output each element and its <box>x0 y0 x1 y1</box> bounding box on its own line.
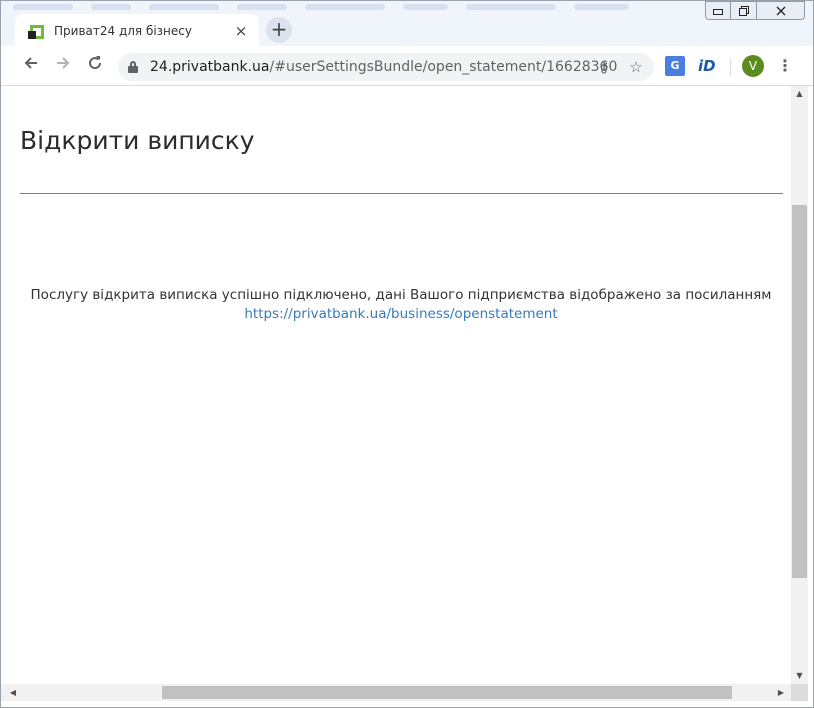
vertical-scrollbar[interactable]: ▲ ▼ <box>791 86 808 684</box>
openstatement-link[interactable]: https://privatbank.ua/business/openstate… <box>244 306 557 322</box>
new-tab-button[interactable]: + <box>266 17 292 43</box>
tab-strip: Приват24 для бізнесу × + <box>1 1 813 46</box>
page-viewport: Відкрити виписку Послугу відкрита виписк… <box>1 86 791 684</box>
back-arrow-icon <box>24 57 37 69</box>
bookmarks-blur <box>1 1 813 15</box>
url-text[interactable]: 24.privatbank.ua/#userSettingsBundle/ope… <box>150 53 617 81</box>
key-icon[interactable]: ⚷ <box>594 57 614 77</box>
scroll-right-icon[interactable]: ▶ <box>773 684 789 701</box>
window-controls <box>705 1 809 21</box>
url-domain: 24.privatbank.ua <box>150 59 270 75</box>
tab-title: Приват24 для бізнесу <box>54 23 192 38</box>
browser-menu-icon[interactable]: ⋮ <box>775 55 795 77</box>
reload-icon <box>89 56 102 70</box>
restore-icon <box>738 5 749 16</box>
page-title: Відкрити виписку <box>20 126 255 155</box>
minimize-icon <box>713 8 723 15</box>
url-path: /#userSettingsBundle/open_statement/1662… <box>269 59 618 75</box>
privat24-favicon-icon <box>28 23 44 39</box>
scroll-down-icon[interactable]: ▼ <box>791 668 808 684</box>
scroll-left-icon[interactable]: ◀ <box>5 684 21 701</box>
success-message: Послугу відкрита виписка успішно підключ… <box>1 286 791 324</box>
browser-window: Приват24 для бізнесу × + 24.privatbank.u… <box>0 0 814 708</box>
star-bookmark-icon[interactable]: ☆ <box>626 57 646 77</box>
id-extension-icon[interactable]: iD <box>698 56 718 76</box>
reload-button[interactable] <box>83 54 107 78</box>
forward-button[interactable] <box>51 54 75 78</box>
tab-close-icon[interactable]: × <box>231 22 251 40</box>
browser-tab-active[interactable]: Приват24 для бізнесу × <box>15 14 259 46</box>
scrollbar-corner <box>791 684 808 701</box>
message-text: Послугу відкрита виписка успішно підключ… <box>30 287 772 303</box>
title-divider <box>20 193 783 194</box>
minimize-button[interactable] <box>705 1 731 20</box>
restore-button[interactable] <box>731 1 757 20</box>
back-button[interactable] <box>19 54 43 78</box>
profile-avatar[interactable]: V <box>742 55 764 77</box>
browser-toolbar: 24.privatbank.ua/#userSettingsBundle/ope… <box>1 46 813 86</box>
address-bar[interactable]: 24.privatbank.ua/#userSettingsBundle/ope… <box>118 53 654 81</box>
google-translate-extension-icon[interactable]: G <box>665 56 685 76</box>
horizontal-scroll-thumb[interactable] <box>162 686 732 699</box>
horizontal-scrollbar[interactable]: ◀ ▶ <box>1 684 791 701</box>
lock-icon[interactable] <box>128 61 138 73</box>
close-window-button[interactable] <box>757 1 805 20</box>
forward-arrow-icon <box>57 57 70 69</box>
close-icon <box>776 6 785 15</box>
scroll-up-icon[interactable]: ▲ <box>791 86 808 102</box>
toolbar-separator <box>730 58 731 76</box>
vertical-scroll-thumb[interactable] <box>792 205 807 578</box>
